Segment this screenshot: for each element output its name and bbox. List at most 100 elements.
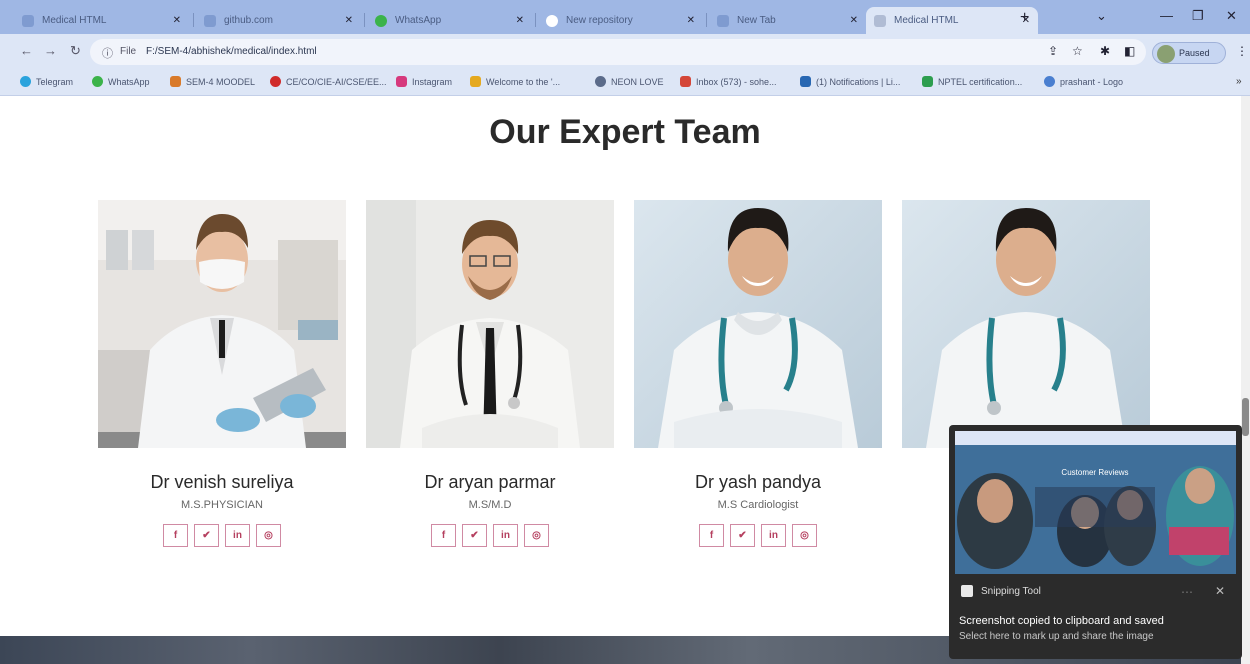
instagram-icon	[396, 76, 407, 87]
tab-new-tab[interactable]: New Tab ✕	[709, 7, 866, 34]
page-icon	[717, 14, 729, 27]
bookmark-label: Telegram	[36, 76, 74, 87]
bookmark-whatsapp[interactable]: WhatsApp	[92, 76, 150, 87]
bookmark-label: CE/CO/CIE-AI/CSE/EE...	[286, 76, 387, 87]
chevron-down-icon[interactable]: ⌄	[1096, 8, 1107, 24]
close-icon[interactable]: ✕	[1215, 584, 1225, 598]
close-icon[interactable]: ✕	[173, 15, 181, 26]
url-scheme-label: File	[120, 46, 137, 57]
more-bookmarks-icon[interactable]: »	[1236, 76, 1242, 87]
facebook-icon[interactable]: f	[431, 524, 456, 547]
snipping-tool-notification[interactable]: Customer Reviews Snipping Tool ⋯ ✕ Scree…	[949, 425, 1242, 659]
scrollbar-thumb[interactable]	[1242, 398, 1249, 436]
site-icon	[470, 76, 481, 87]
bookmark-label: WhatsApp	[108, 76, 150, 87]
bookmark-label: NPTEL certification...	[938, 76, 1023, 87]
page-scrollbar[interactable]	[1241, 96, 1250, 664]
close-window-icon[interactable]: ✕	[1226, 8, 1237, 24]
github-icon	[546, 14, 558, 27]
bookmark-nptel[interactable]: NPTEL certification...	[922, 76, 1022, 87]
twitter-icon[interactable]: ✔	[462, 524, 487, 547]
twitter-icon[interactable]: ✔	[194, 524, 219, 547]
tab-separator	[193, 13, 194, 27]
bookmark-welcome[interactable]: Welcome to the '...	[470, 76, 560, 87]
page-icon	[22, 14, 34, 27]
instagram-icon[interactable]: ◎	[256, 524, 281, 547]
minimize-icon[interactable]: —	[1160, 8, 1173, 23]
tab-title: New Tab	[737, 15, 776, 26]
bookmark-gmail-inbox[interactable]: Inbox (573) - sohe...	[680, 76, 777, 87]
tab-title: WhatsApp	[395, 15, 442, 26]
url-text[interactable]: F:/SEM-4/abhishek/medical/index.html	[146, 46, 317, 57]
back-icon[interactable]: ←	[20, 43, 33, 58]
info-icon[interactable]: ⓘ	[102, 45, 113, 61]
facebook-icon[interactable]: f	[699, 524, 724, 547]
site-icon	[595, 76, 606, 87]
screenshot-preview[interactable]: Customer Reviews	[955, 431, 1236, 574]
bookmark-ce-co[interactable]: CE/CO/CIE-AI/CSE/EE...	[270, 76, 387, 87]
doctor-name: Dr yash pandya	[694, 472, 822, 492]
page-icon	[204, 14, 216, 27]
bookmark-label: SEM-4 MOODEL	[186, 76, 256, 87]
app-name: Snipping Tool	[981, 585, 1041, 597]
instagram-icon[interactable]: ◎	[792, 524, 817, 547]
notification-source: Snipping Tool	[961, 585, 1041, 597]
extensions-icon[interactable]: ✱	[1100, 44, 1110, 58]
bookmark-sem4-moodel[interactable]: SEM-4 MOODEL	[170, 76, 255, 87]
menu-icon[interactable]: ⋮	[1236, 44, 1248, 58]
tab-whatsapp[interactable]: WhatsApp ✕	[367, 7, 532, 34]
bookmark-neon-love[interactable]: NEON LOVE	[595, 76, 664, 87]
bookmark-label: (1) Notifications | Li...	[816, 76, 901, 87]
share-icon[interactable]: ⇪	[1048, 44, 1058, 58]
tab-medical-html-1[interactable]: Medical HTML ✕	[14, 7, 189, 34]
reload-icon[interactable]: ↻	[70, 43, 81, 59]
doctor-name: Dr aryan parmar	[424, 472, 556, 492]
tab-github[interactable]: github.com ✕	[196, 7, 361, 34]
twitter-icon[interactable]: ✔	[730, 524, 755, 547]
tab-new-repository[interactable]: New repository ✕	[538, 7, 703, 34]
star-icon[interactable]: ☆	[1072, 44, 1083, 58]
maximize-icon[interactable]: ❐	[1192, 8, 1204, 24]
instagram-icon[interactable]: ◎	[524, 524, 549, 547]
bookmark-prashant-logo[interactable]: prashant - Logo	[1044, 76, 1123, 87]
linkedin-icon	[800, 76, 811, 87]
bookmarks-bar: Telegram WhatsApp SEM-4 MOODEL CE/CO/CIE…	[0, 70, 1250, 96]
profile-button[interactable]: Paused	[1152, 42, 1226, 64]
whatsapp-icon	[375, 14, 387, 27]
doctor-role: M.S Cardiologist	[717, 499, 799, 511]
bookmark-telegram[interactable]: Telegram	[20, 76, 73, 87]
social-links: f ✔ in ◎	[634, 524, 882, 547]
section-title: Our Expert Team	[489, 113, 761, 151]
linkedin-icon[interactable]: in	[493, 524, 518, 547]
bookmark-label: Inbox (573) - sohe...	[696, 76, 777, 87]
snipping-tool-icon	[961, 585, 973, 597]
tab-separator	[706, 13, 707, 27]
avatar	[1157, 45, 1175, 63]
forward-icon[interactable]: →	[44, 43, 57, 58]
tab-title: New repository	[566, 15, 633, 26]
browser-toolbar: ← → ↻ ⓘ File F:/SEM-4/abhishek/medical/i…	[0, 34, 1250, 70]
sheets-icon	[922, 76, 933, 87]
tab-medical-html-active[interactable]: Medical HTML ✕	[866, 7, 1038, 34]
close-icon[interactable]: ✕	[850, 15, 858, 26]
linkedin-icon[interactable]: in	[225, 524, 250, 547]
social-links: f ✔ in ◎	[366, 524, 614, 547]
more-options-icon[interactable]: ⋯	[1181, 585, 1193, 599]
close-icon[interactable]: ✕	[516, 15, 524, 26]
facebook-icon[interactable]: f	[163, 524, 188, 547]
doctor-card: Dr aryan parmar M.S/M.D f ✔ in ◎	[366, 200, 614, 547]
bookmark-linkedin[interactable]: (1) Notifications | Li...	[800, 76, 900, 87]
site-icon	[1044, 76, 1055, 87]
telegram-icon	[20, 76, 31, 87]
new-tab-button[interactable]: +	[1020, 9, 1029, 27]
close-icon[interactable]: ✕	[687, 15, 695, 26]
linkedin-icon[interactable]: in	[761, 524, 786, 547]
bookmark-instagram[interactable]: Instagram	[396, 76, 452, 87]
sidepanel-icon[interactable]: ◧	[1124, 44, 1135, 58]
notification-message: Screenshot copied to clipboard and saved	[959, 615, 1164, 627]
doctor-photo	[98, 200, 346, 448]
address-bar[interactable]: ⓘ File F:/SEM-4/abhishek/medical/index.h…	[90, 39, 1146, 65]
gmail-icon	[680, 76, 691, 87]
close-icon[interactable]: ✕	[345, 15, 353, 26]
doctor-role: M.S.PHYSICIAN	[181, 499, 263, 511]
